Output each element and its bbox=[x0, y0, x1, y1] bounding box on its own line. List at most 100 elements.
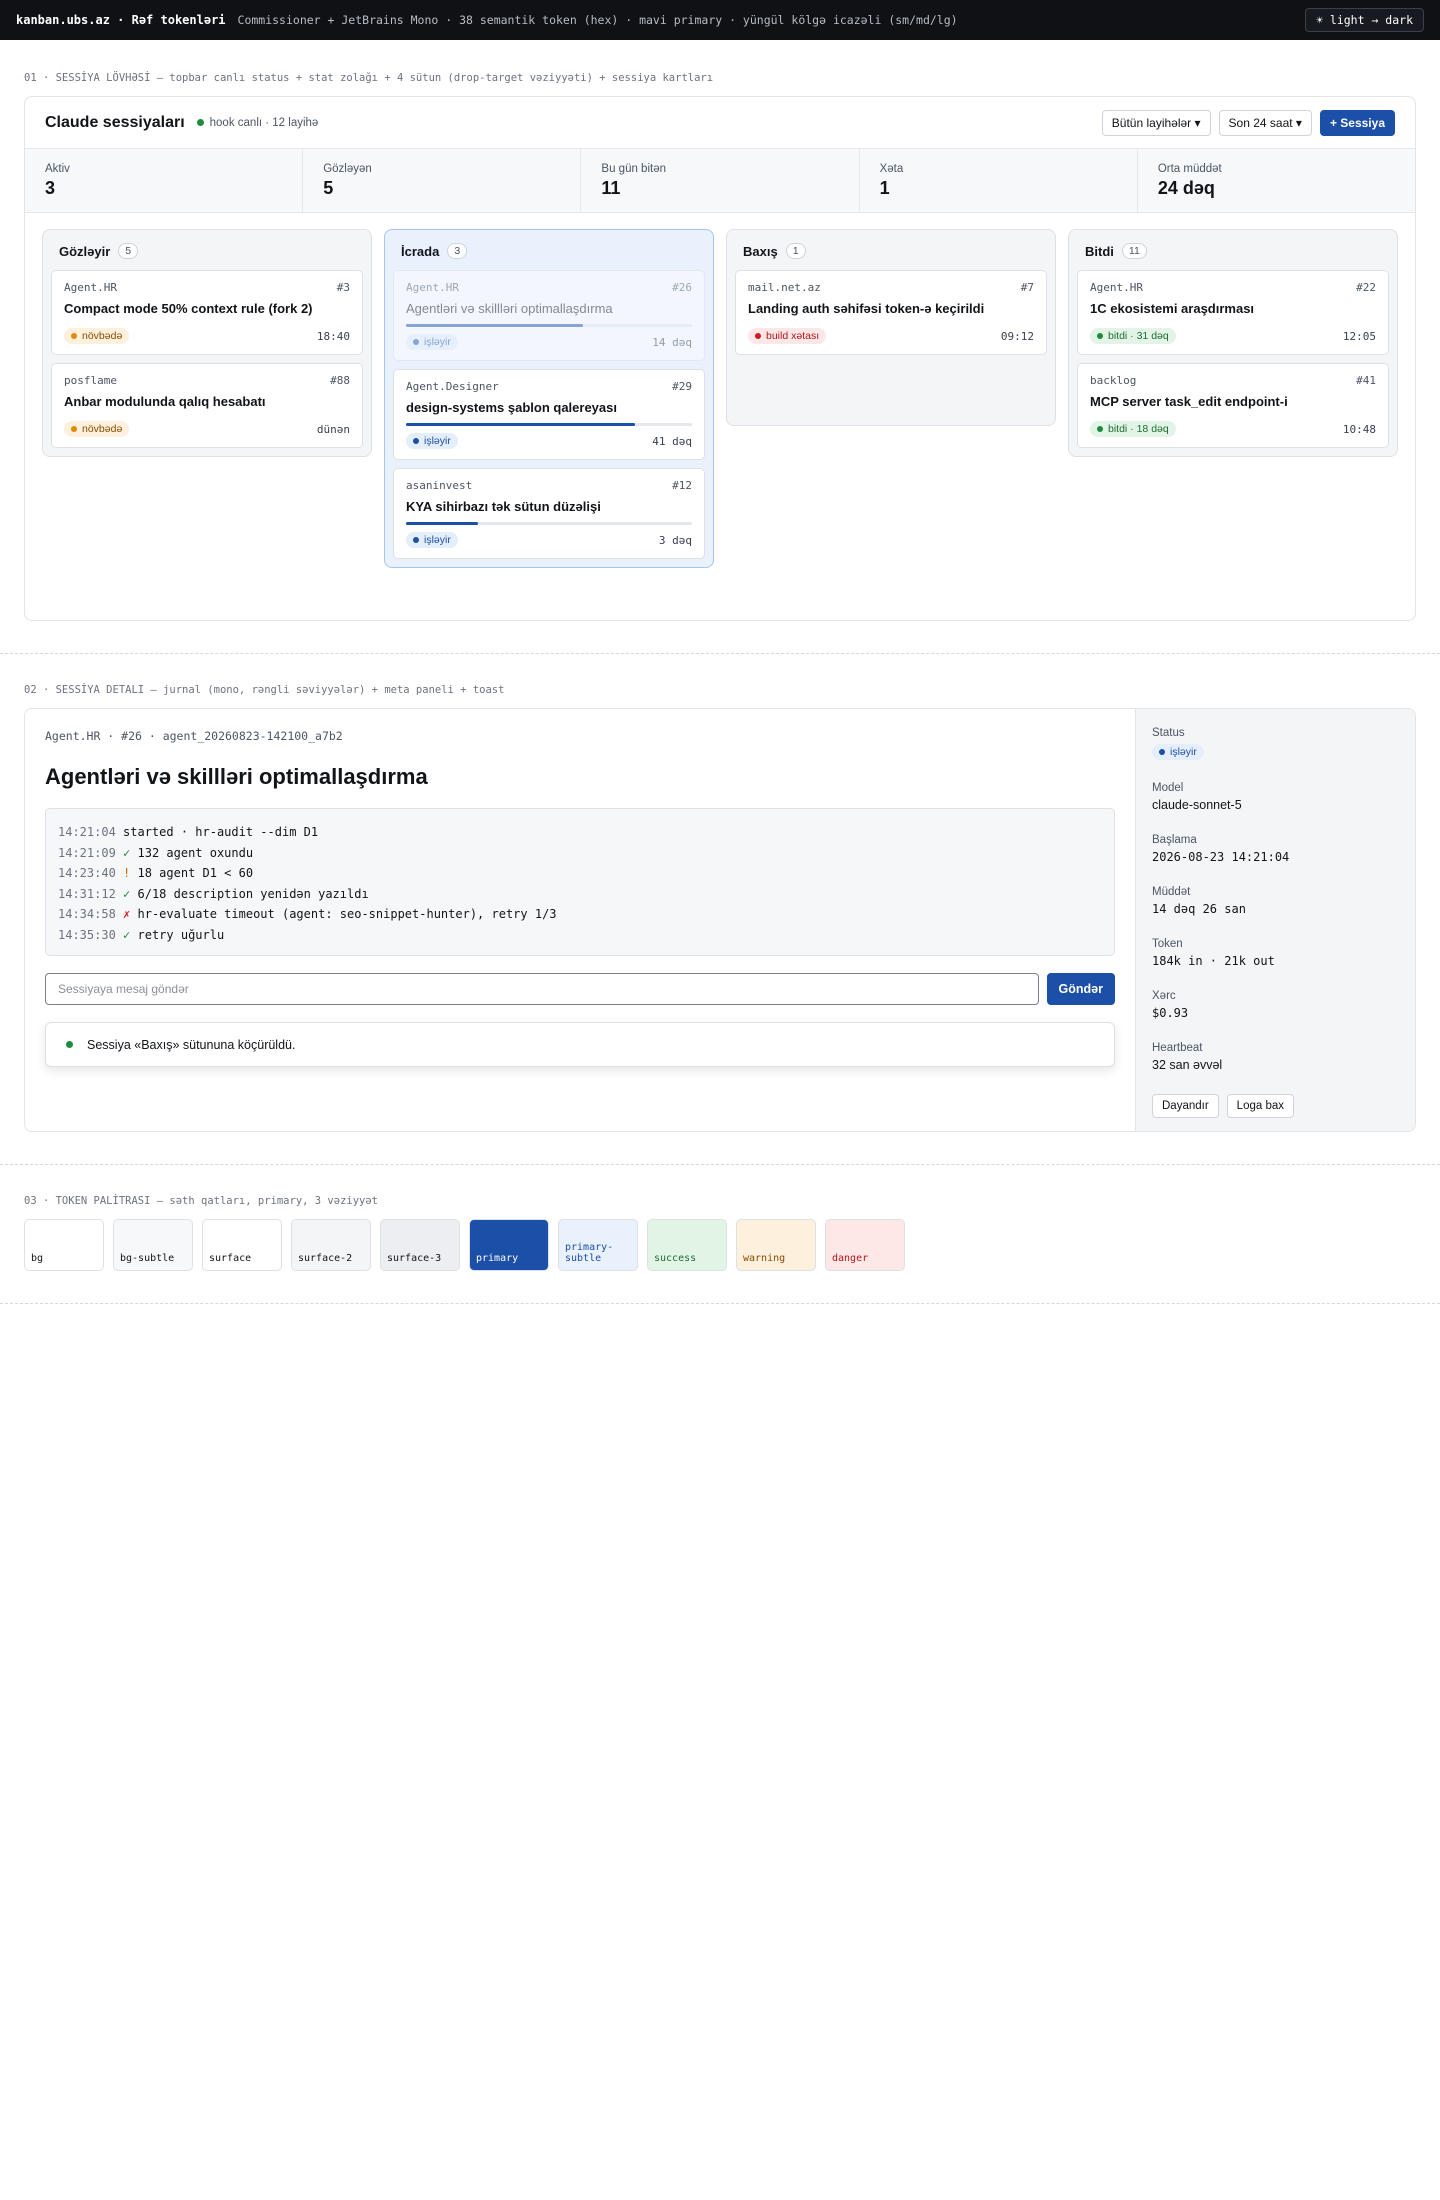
status-badge: bitdi · 31 dəq bbox=[1090, 328, 1176, 344]
message-input[interactable]: Sessiyaya mesaj göndər bbox=[45, 973, 1039, 1005]
swatch-danger: danger bbox=[825, 1219, 905, 1271]
column-done[interactable]: Bitdi 11 Agent.HR #22 1C ekosistemi araşdı… bbox=[1068, 229, 1398, 457]
card-title: Anbar modulunda qalıq hesabatı bbox=[64, 394, 266, 409]
status-badge: işləyir bbox=[406, 334, 458, 350]
live-status: hook canlı · 12 layihə bbox=[196, 116, 319, 129]
card-time: dünən bbox=[316, 422, 350, 436]
send-button[interactable]: Göndər bbox=[1046, 973, 1115, 1005]
swatch-surface: surface bbox=[202, 1219, 282, 1271]
journal-line: 14:35:30 ✓ retry uğurlu bbox=[58, 927, 225, 942]
card-id: #12 bbox=[672, 479, 692, 492]
section-divider bbox=[0, 1303, 1440, 1304]
card-id: #26 bbox=[672, 281, 692, 294]
session-card[interactable]: Agent.Designer #29 design-systems şablon … bbox=[393, 369, 705, 460]
swatch-primary: primary bbox=[469, 1219, 549, 1271]
journal-line: 14:21:04 started · hr-audit --dim D1 bbox=[58, 825, 319, 839]
project-filter-select[interactable]: Bütün layihələr ▾ bbox=[1101, 109, 1211, 136]
swatch-surface-2: surface-2 bbox=[291, 1219, 371, 1271]
topbar: kanban.ubs.az · Rəf tokenləri Commission… bbox=[0, 0, 1440, 40]
column-count: 1 bbox=[785, 243, 806, 259]
session-journal: 14:21:04 started · hr-audit --dim D1 14:… bbox=[45, 808, 1115, 956]
card-project: Agent.Designer bbox=[406, 380, 499, 393]
column-waiting[interactable]: Gözləyir 5 Agent.HR #3 Compact mode 50% co… bbox=[42, 229, 372, 457]
card-title: design-systems şablon qalereyası bbox=[406, 400, 617, 415]
journal-line: 14:34:58 ✗ hr-evaluate timeout (agent: s… bbox=[58, 907, 557, 921]
card-time: 18:40 bbox=[316, 329, 350, 343]
swatch-success: success bbox=[647, 1219, 727, 1271]
card-project: backlog bbox=[1090, 374, 1137, 387]
detail-main: Agent.HR · #26 · agent_20260823-142100_a… bbox=[25, 709, 1135, 1131]
status-badge: işləyir bbox=[406, 433, 458, 449]
status-dot-icon bbox=[413, 339, 419, 345]
card-project: Agent.HR bbox=[406, 281, 459, 294]
status-badge: bitdi · 18 dəq bbox=[1090, 421, 1176, 437]
token-palette: bg bg-subtle surface surface-2 surface-3… bbox=[0, 1219, 1440, 1271]
card-id: #3 bbox=[336, 281, 350, 294]
status-badge: işləyir bbox=[406, 532, 458, 548]
column-review[interactable]: Baxış 1 mail.net.az #7 Landing auth səhifə… bbox=[726, 229, 1056, 426]
board-title: Claude sessiyaları bbox=[45, 113, 185, 131]
card-title: MCP server task_edit endpoint-i bbox=[1090, 394, 1288, 409]
session-card[interactable]: backlog #41 MCP server task_edit endpoint… bbox=[1077, 363, 1389, 448]
card-project: posflame bbox=[64, 374, 117, 387]
status-dot-icon bbox=[413, 537, 419, 543]
section-label-board: 01 · SESSİYA LÖVHƏSİ — topbar canlı stat… bbox=[24, 72, 714, 84]
progress-fill bbox=[406, 423, 635, 426]
swatch-surface-3: surface-3 bbox=[380, 1219, 460, 1271]
time-filter-select[interactable]: Son 24 saat ▾ bbox=[1218, 109, 1312, 136]
session-detail: Agent.HR · #26 · agent_20260823-142100_a… bbox=[24, 708, 1416, 1132]
live-dot-icon bbox=[196, 119, 204, 126]
card-title: 1C ekosistemi araşdırması bbox=[1090, 301, 1255, 316]
card-project: mail.net.az bbox=[748, 281, 821, 294]
section-label-palette: 03 · TOKEN PALİTRASI — səth qatları, pri… bbox=[24, 1195, 379, 1207]
status-dot-icon bbox=[71, 426, 77, 432]
session-card[interactable]: posflame #88 Anbar modulunda qalıq hesaba… bbox=[51, 363, 363, 448]
swatch-bg-subtle: bg-subtle bbox=[113, 1219, 193, 1271]
swatch-bg: bg bbox=[24, 1219, 104, 1271]
card-project: Agent.HR bbox=[64, 281, 117, 294]
card-id: #41 bbox=[1356, 374, 1376, 387]
progress-bar bbox=[406, 522, 692, 525]
stat-active: Aktiv 3 bbox=[25, 149, 304, 212]
status-dot-icon bbox=[413, 438, 419, 444]
theme-toggle-button[interactable]: ☀ light → dark bbox=[1305, 8, 1424, 32]
status-badge: build xətası bbox=[748, 328, 827, 344]
session-card[interactable]: mail.net.az #7 Landing auth səhifəsi toke… bbox=[735, 270, 1047, 355]
card-title: Compact mode 50% context rule (fork 2) bbox=[64, 301, 313, 316]
new-session-button[interactable]: + Sessiya bbox=[1319, 109, 1395, 136]
status-dot-icon bbox=[1159, 749, 1165, 755]
card-id: #7 bbox=[1020, 281, 1034, 294]
stat-done-today: Bu gün bitən 11 bbox=[581, 149, 860, 212]
card-title: KYA sihirbazı tək sütun düzəlişi bbox=[406, 499, 601, 514]
swatch-primary-subtle: primary-subtle bbox=[558, 1219, 638, 1271]
column-in-progress[interactable]: İcrada 3 Agent.HR #26 Agentləri və skilllə… bbox=[384, 229, 714, 568]
journal-line: 14:21:09 ✓ 132 agent oxundu bbox=[58, 845, 254, 860]
progress-fill bbox=[406, 324, 584, 327]
meta-duration: 14 dəq 26 san bbox=[1152, 902, 1246, 916]
session-card-dragging[interactable]: Agent.HR #26 Agentləri və skillləri optim… bbox=[393, 270, 705, 361]
column-title: Gözləyir bbox=[59, 243, 111, 259]
session-card[interactable]: Agent.HR #22 1C ekosistemi araşdırması bi… bbox=[1077, 270, 1389, 355]
section-label-detail: 02 · SESSİYA DETALI — jurnal (mono, rəng… bbox=[24, 684, 505, 696]
view-logs-button[interactable]: Loga bax bbox=[1226, 1094, 1294, 1118]
progress-bar bbox=[406, 324, 692, 327]
toast: Sessiya «Baxış» sütununa köçürüldü. bbox=[45, 1022, 1115, 1067]
live-status-text: hook canlı · 12 layihə bbox=[209, 116, 319, 129]
status-dot-icon bbox=[1097, 426, 1103, 432]
session-card[interactable]: Agent.HR #3 Compact mode 50% context rule… bbox=[51, 270, 363, 355]
status-dot-icon bbox=[755, 333, 761, 339]
card-time: 41 dəq bbox=[652, 434, 692, 448]
stat-waiting: Gözləyən 5 bbox=[303, 149, 582, 212]
board-header: Claude sessiyaları hook canlı · 12 layih… bbox=[25, 97, 1415, 149]
card-project: asaninvest bbox=[406, 479, 473, 492]
column-title: Baxış bbox=[743, 243, 778, 259]
session-card[interactable]: asaninvest #12 KYA sihirbazı tək sütun dü… bbox=[393, 468, 705, 559]
stop-button[interactable]: Dayandır bbox=[1152, 1094, 1219, 1118]
topbar-subtitle: Commissioner + JetBrains Mono · 38 seman… bbox=[237, 13, 958, 27]
stat-avg-duration: Orta müddət 24 dəq bbox=[1157, 163, 1222, 198]
card-id: #22 bbox=[1356, 281, 1376, 294]
status-badge: növbədə bbox=[64, 328, 130, 344]
status-badge: növbədə bbox=[64, 421, 130, 437]
progress-fill bbox=[406, 522, 478, 525]
meta-start: 2026-08-23 14:21:04 bbox=[1152, 850, 1290, 864]
